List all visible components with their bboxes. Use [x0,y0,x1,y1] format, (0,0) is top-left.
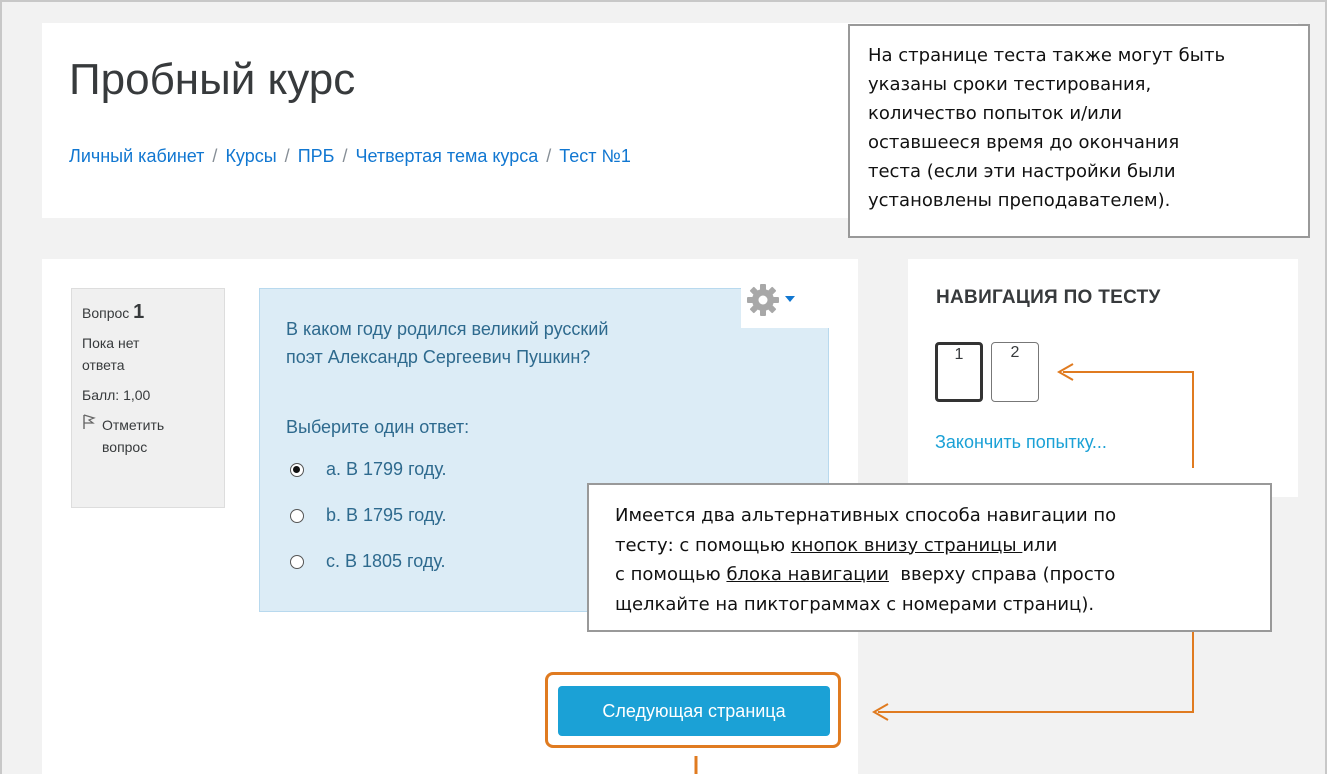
breadcrumb: Личный кабинет / Курсы / ПРБ / Четвертая тема … [69,146,631,167]
gear-icon [745,282,781,323]
breadcrumb-course-short[interactable]: ПРБ [298,146,335,166]
callout-line: оставшееся время до окончания [868,132,1180,153]
radio-button[interactable] [290,508,304,523]
question-info-panel: Вопрос 1 Пока нет ответа Балл: 1,00 Отме… [71,288,225,508]
breadcrumb-quiz[interactable]: Тест №1 [559,146,631,166]
question-score: Балл: 1,00 [82,387,151,403]
callout-line: щелкайте на пиктограммах с номерами стра… [615,593,1095,615]
breadcrumb-courses[interactable]: Курсы [225,146,276,166]
status-line: Пока нет [82,335,140,351]
answer-option-a[interactable]: a. В 1799 году. [290,459,447,480]
quiz-nav-page-1[interactable]: 1 [935,342,983,402]
flag-question-button[interactable]: Отметить вопрос [82,414,214,458]
radio-button[interactable] [290,554,304,569]
status-line: ответа [82,357,125,373]
question-text-line: поэт Александр Сергеевич Пушкин? [286,347,591,367]
finish-attempt-link[interactable]: Закончить попытку... [935,432,1107,453]
radio-button-checked[interactable] [290,462,304,477]
callout-navigation-note: Имеется два альтернативных способа навиг… [587,483,1272,632]
callout-line: количество попыток и/или [868,103,1123,124]
quiz-nav-page-2[interactable]: 2 [991,342,1039,402]
answer-label: a. В 1799 году. [326,459,447,479]
callout-line: указаны сроки тестирования, [868,74,1152,95]
callout-text: тесту: с помощью [615,534,791,556]
flag-icon [82,414,96,436]
question-status: Пока нет ответа [82,332,214,376]
callout-line: установлены преподавателем). [868,190,1171,211]
quiz-navigation-title: НАВИГАЦИЯ ПО ТЕСТУ [936,287,1161,308]
question-text-line: В каком году родился великий русский [286,319,609,339]
callout-line: Имеется два альтернативных способа навиг… [615,505,1117,526]
breadcrumb-separator: / [546,146,552,166]
next-button-highlight [545,672,841,748]
callout-text: вверху справа (просто [888,564,1116,585]
question-number: Вопрос 1 [82,301,214,324]
question-settings-menu[interactable] [741,276,829,328]
callout-line: с помощью блока навигации вверху справа … [615,560,1244,590]
callout-text: с помощью [615,564,727,585]
flag-label: вопрос [102,439,148,455]
question-text: В каком году родился великий русский поэ… [286,315,716,371]
question-label: Вопрос [82,305,130,321]
breadcrumb-separator: / [284,146,290,166]
callout-line: тесту: с помощью кнопок внизу страницы и… [615,531,1244,561]
chevron-down-icon [785,296,795,302]
callout-underlined-text: кнопок внизу страницы [790,534,1023,556]
page-title: Пробный курс [69,55,356,104]
breadcrumb-separator: / [212,146,218,166]
callout-quiz-settings-note: На странице теста также могут быть указа… [848,24,1310,238]
callout-text: или [1022,534,1058,556]
answer-prompt: Выберите один ответ: [286,417,470,437]
answer-label: c. В 1805 году. [326,551,446,571]
breadcrumb-topic[interactable]: Четвертая тема курса [355,146,538,166]
answer-label: b. В 1795 году. [326,505,447,525]
callout-underlined-text: блока навигации [726,564,889,585]
question-number-value: 1 [133,301,145,323]
callout-line: На странице теста также могут быть [868,45,1226,66]
flag-label: Отметить [102,417,165,433]
callout-line: теста (если эти настройки были [868,161,1176,182]
breadcrumb-separator: / [342,146,348,166]
breadcrumb-dashboard[interactable]: Личный кабинет [69,146,204,166]
answer-option-c[interactable]: c. В 1805 году. [290,551,446,572]
answer-option-b[interactable]: b. В 1795 году. [290,505,447,526]
